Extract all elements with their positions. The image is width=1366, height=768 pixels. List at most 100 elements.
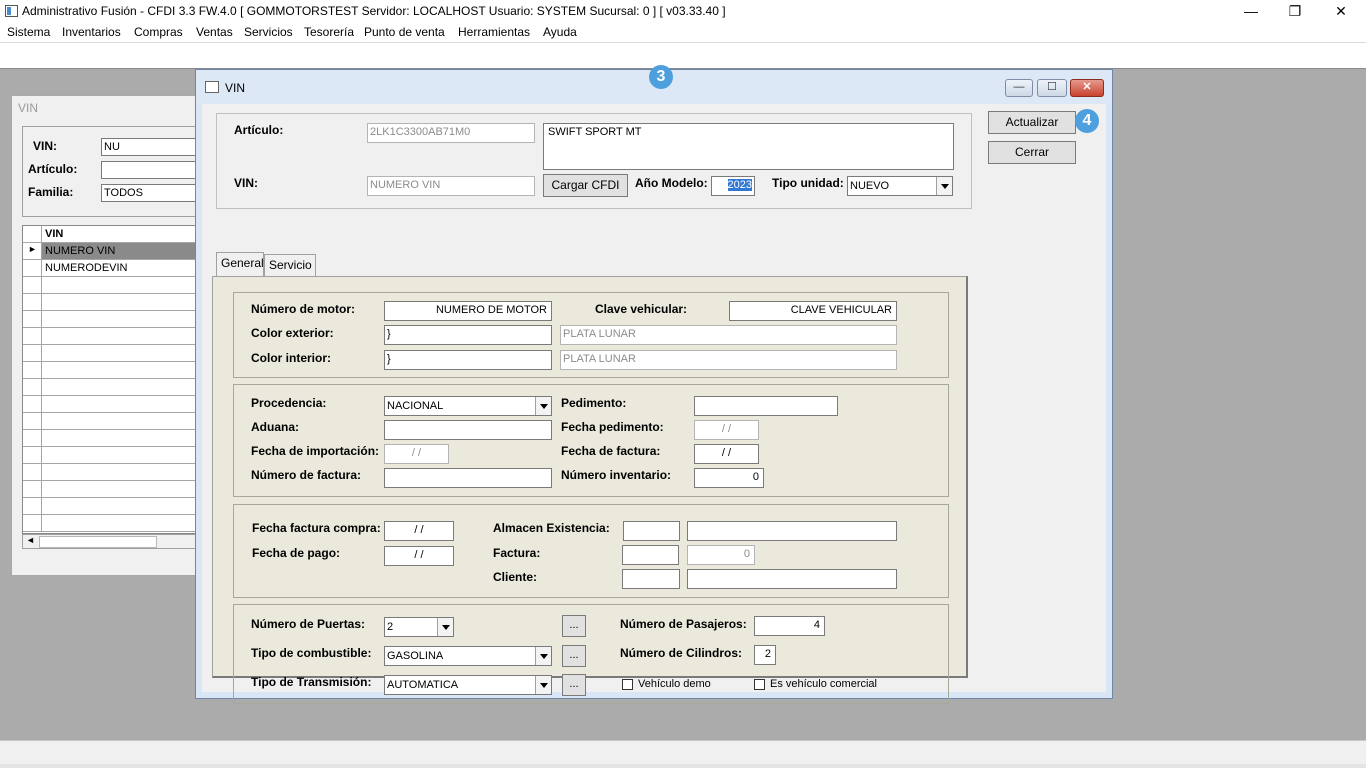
table-row[interactable] (23, 277, 203, 294)
row-selector (23, 260, 42, 276)
chevron-down-icon[interactable] (535, 397, 551, 415)
fecha-importacion-input[interactable]: / / (384, 444, 449, 464)
grid-horizontal-scrollbar[interactable]: ◄ (22, 534, 202, 549)
chevron-down-icon[interactable] (437, 618, 453, 636)
anio-modelo-label: Año Modelo: (635, 176, 708, 190)
table-row[interactable] (23, 294, 203, 311)
menu-herramientas[interactable]: Herramientas (458, 25, 530, 39)
scroll-left-icon[interactable]: ◄ (26, 535, 35, 545)
menu-punto-de-venta[interactable]: Punto de venta (364, 25, 445, 39)
table-row[interactable] (23, 362, 203, 379)
numero-inventario-input[interactable]: 0 (694, 468, 764, 488)
table-row[interactable]: NUMERODEVIN (23, 260, 203, 277)
table-row[interactable] (23, 430, 203, 447)
table-row[interactable] (23, 328, 203, 345)
factura-amount: 0 (687, 545, 755, 565)
tab-servicio[interactable]: Servicio (264, 254, 316, 276)
anio-modelo-value: 2023 (727, 179, 752, 191)
factura-code-input[interactable] (622, 545, 679, 565)
dialog-minimize-button[interactable]: — (1005, 79, 1033, 97)
fecha-factura-input[interactable]: / / (694, 444, 759, 464)
filter-familia-input[interactable]: TODOS (101, 184, 203, 202)
vin-input[interactable]: NUMERO VIN (367, 176, 535, 196)
maximize-button[interactable]: ❐ (1272, 0, 1318, 24)
tab-general[interactable]: General (216, 252, 264, 276)
background-window-title: VIN (18, 101, 39, 115)
transmision-ellipsis-button[interactable]: ... (562, 674, 586, 696)
puertas-select[interactable]: 2 (384, 617, 454, 637)
pasajeros-input[interactable]: 4 (754, 616, 825, 636)
table-row[interactable] (23, 413, 203, 430)
color-interior-code-input[interactable]: } (384, 350, 552, 370)
table-row[interactable] (23, 481, 203, 498)
grid-cell[interactable]: NUMERO VIN (45, 245, 115, 257)
motor-input[interactable]: NUMERO DE MOTOR (384, 301, 552, 321)
chevron-down-icon[interactable] (535, 647, 551, 665)
fecha-pago-input[interactable]: / / (384, 546, 454, 566)
menu-inventarios[interactable]: Inventarios (62, 25, 121, 39)
menu-ventas[interactable]: Ventas (196, 25, 233, 39)
aduana-input[interactable] (384, 420, 552, 440)
transmision-select[interactable]: AUTOMATICA (384, 675, 552, 695)
chevron-down-icon[interactable] (936, 177, 952, 195)
menu-compras[interactable]: Compras (134, 25, 183, 39)
pedimento-input[interactable] (694, 396, 838, 416)
cargar-cfdi-button[interactable]: Cargar CFDI (543, 174, 628, 197)
vehiculo-demo-checkbox[interactable] (622, 679, 633, 690)
table-row[interactable] (23, 345, 203, 362)
combustible-select[interactable]: GASOLINA (384, 646, 552, 666)
color-exterior-code-input[interactable]: } (384, 325, 552, 345)
filter-familia-label: Familia: (28, 185, 74, 199)
scrollbar-thumb[interactable] (39, 536, 157, 548)
clave-vehicular-input[interactable]: CLAVE VEHICULAR (729, 301, 897, 321)
chevron-down-icon[interactable] (535, 676, 551, 694)
anio-modelo-input[interactable]: 2023 (711, 176, 755, 196)
minimize-button[interactable]: — (1228, 0, 1274, 24)
table-row[interactable]: ► NUMERO VIN (23, 243, 203, 260)
filter-articulo-label: Artículo: (28, 162, 78, 176)
table-row[interactable] (23, 311, 203, 328)
filter-vin-input[interactable]: NU (101, 138, 203, 156)
table-row[interactable] (23, 498, 203, 515)
table-row[interactable] (23, 396, 203, 413)
vehiculo-comercial-checkbox[interactable] (754, 679, 765, 690)
combustible-ellipsis-button[interactable]: ... (562, 645, 586, 667)
table-row[interactable] (23, 515, 203, 532)
almacen-code-input[interactable] (623, 521, 680, 541)
step-badge-4: 4 (1075, 109, 1099, 133)
filter-vin-label: VIN: (33, 139, 57, 153)
fecha-factura-compra-input[interactable]: / / (384, 521, 454, 541)
cliente-code-input[interactable] (622, 569, 680, 589)
row-pointer-icon: ► (28, 244, 37, 254)
menu-sistema[interactable]: Sistema (7, 25, 50, 39)
background-vin-window: VIN VIN: NU Artículo: Familia: TODOS VIN… (11, 95, 203, 576)
row-selector (23, 396, 42, 412)
menu-ayuda[interactable]: Ayuda (543, 25, 577, 39)
procedencia-select[interactable]: NACIONAL (384, 396, 552, 416)
compra-group: Fecha factura compra: / / Almacen Existe… (233, 504, 949, 598)
table-row[interactable] (23, 447, 203, 464)
aduana-label: Aduana: (251, 420, 299, 434)
filter-articulo-input[interactable] (101, 161, 203, 179)
articulo-code-input[interactable]: 2LK1C3300AB71M0 (367, 123, 535, 143)
cliente-description (687, 569, 897, 589)
grid-cell[interactable]: NUMERODEVIN (45, 262, 128, 274)
menu-tesoreria[interactable]: Tesorería (304, 25, 354, 39)
cerrar-button[interactable]: Cerrar (988, 141, 1076, 164)
fecha-pedimento-input[interactable]: / / (694, 420, 759, 440)
table-row[interactable] (23, 464, 203, 481)
numero-factura-input[interactable] (384, 468, 552, 488)
grid-header-vin[interactable]: VIN (45, 228, 63, 240)
actualizar-button[interactable]: Actualizar (988, 111, 1076, 134)
close-button[interactable]: ✕ (1318, 0, 1364, 24)
dialog-maximize-button[interactable]: ☐ (1037, 79, 1067, 97)
table-row[interactable] (23, 379, 203, 396)
articulo-description[interactable]: SWIFT SPORT MT (543, 123, 954, 170)
menu-servicios[interactable]: Servicios (244, 25, 293, 39)
combustible-label: Tipo de combustible: (251, 646, 372, 660)
dialog-close-button[interactable]: ✕ (1070, 79, 1104, 97)
tipo-unidad-select[interactable]: NUEVO (847, 176, 953, 196)
cilindros-input[interactable]: 2 (754, 645, 776, 665)
vin-grid[interactable]: VIN ► NUMERO VIN NUMERODEVIN (22, 225, 203, 534)
puertas-ellipsis-button[interactable]: ... (562, 615, 586, 637)
